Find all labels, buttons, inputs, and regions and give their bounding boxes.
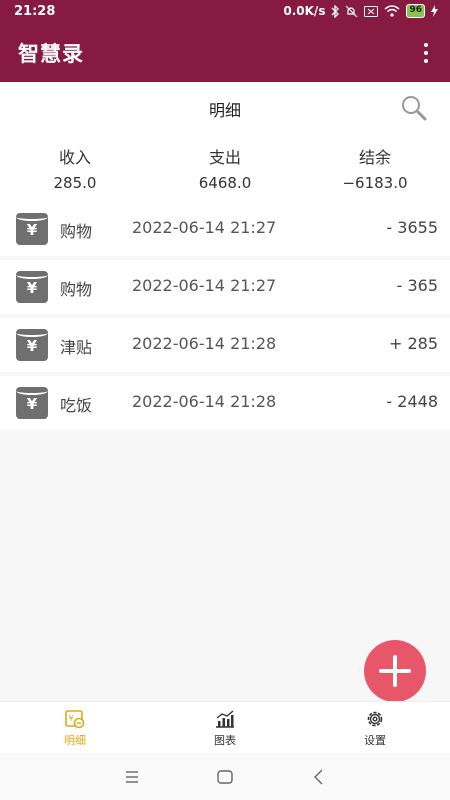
record-amount: + 285: [388, 334, 438, 353]
income-value: 285.0: [53, 174, 97, 192]
expense-value: 6468.0: [198, 174, 252, 192]
record-category: 购物: [60, 280, 93, 299]
tab-settings[interactable]: 设置: [300, 708, 450, 748]
home-icon[interactable]: [215, 767, 235, 787]
wifi-icon: [384, 5, 400, 17]
bottom-nav: ¥ 明细 图表 设置: [0, 701, 450, 753]
app-bar: 智慧录: [0, 24, 450, 82]
tab-chart[interactable]: 图表: [150, 708, 300, 748]
record-list: ¥ 购物 2022-06-14 21:27 - 3655 ¥ 购物 2022-0…: [0, 202, 450, 434]
record-amount: - 3655: [386, 218, 438, 237]
record-datetime: 2022-06-14 21:28: [132, 392, 277, 411]
record-datetime: 2022-06-14 21:27: [132, 276, 277, 295]
record-row[interactable]: ¥ 购物 2022-06-14 21:27 - 3655: [0, 202, 450, 256]
tab-detail[interactable]: ¥ 明细: [0, 708, 150, 748]
app-title: 智慧录: [18, 42, 84, 66]
page-title: 明细: [208, 101, 241, 120]
record-row[interactable]: ¥ 吃饭 2022-06-14 21:28 - 2448: [0, 376, 450, 430]
tab-detail-label: 明细: [64, 734, 86, 747]
tab-settings-label: 设置: [364, 734, 386, 747]
balance-label: 结余: [358, 148, 391, 167]
detail-icon: ¥: [65, 710, 85, 729]
income-label: 收入: [58, 148, 91, 167]
record-row[interactable]: ¥ 购物 2022-06-14 21:27 - 365: [0, 260, 450, 314]
settings-gear-icon: [367, 711, 383, 727]
svg-text:¥: ¥: [69, 714, 74, 723]
red-envelope-icon: ¥: [16, 329, 48, 361]
record-category: 吃饭: [60, 396, 93, 415]
back-icon[interactable]: [309, 767, 329, 787]
expense-summary: 支出 6468.0: [150, 144, 300, 192]
red-envelope-icon: ¥: [16, 387, 48, 419]
system-nav-bar: [0, 753, 450, 800]
charging-icon: [431, 5, 438, 17]
search-icon[interactable]: [400, 94, 428, 122]
balance-summary: 结余 −6183.0: [300, 144, 450, 192]
status-indicators: 0.0K/s 96: [283, 4, 438, 18]
record-amount: - 365: [396, 276, 438, 295]
network-speed: 0.0K/s: [283, 4, 326, 18]
record-category: 津贴: [60, 338, 93, 357]
balance-value: −6183.0: [342, 174, 408, 192]
more-options-icon[interactable]: [412, 38, 440, 68]
mute-icon: [346, 5, 358, 17]
status-bar: 21:28 0.0K/s 96: [0, 0, 450, 24]
add-record-button[interactable]: [364, 640, 426, 702]
record-row[interactable]: ¥ 津贴 2022-06-14 21:28 + 285: [0, 318, 450, 372]
record-amount: - 2448: [386, 392, 438, 411]
tab-chart-label: 图表: [214, 734, 236, 747]
expense-label: 支出: [208, 148, 241, 167]
record-category: 购物: [60, 222, 93, 241]
red-envelope-icon: ¥: [16, 271, 48, 303]
status-time: 21:28: [14, 4, 56, 19]
battery-icon: 96: [406, 4, 425, 18]
summary-panel: 收入 285.0 支出 6468.0 结余 −6183.0: [0, 132, 450, 202]
record-datetime: 2022-06-14 21:28: [132, 334, 277, 353]
sim-icon: [364, 5, 379, 17]
income-summary: 收入 285.0: [0, 144, 150, 192]
chart-icon: [216, 710, 234, 728]
menu-icon[interactable]: [122, 767, 142, 787]
record-datetime: 2022-06-14 21:27: [132, 218, 277, 237]
red-envelope-icon: ¥: [16, 213, 48, 245]
page-header: 明细: [0, 82, 450, 132]
bluetooth-icon: [332, 4, 340, 18]
